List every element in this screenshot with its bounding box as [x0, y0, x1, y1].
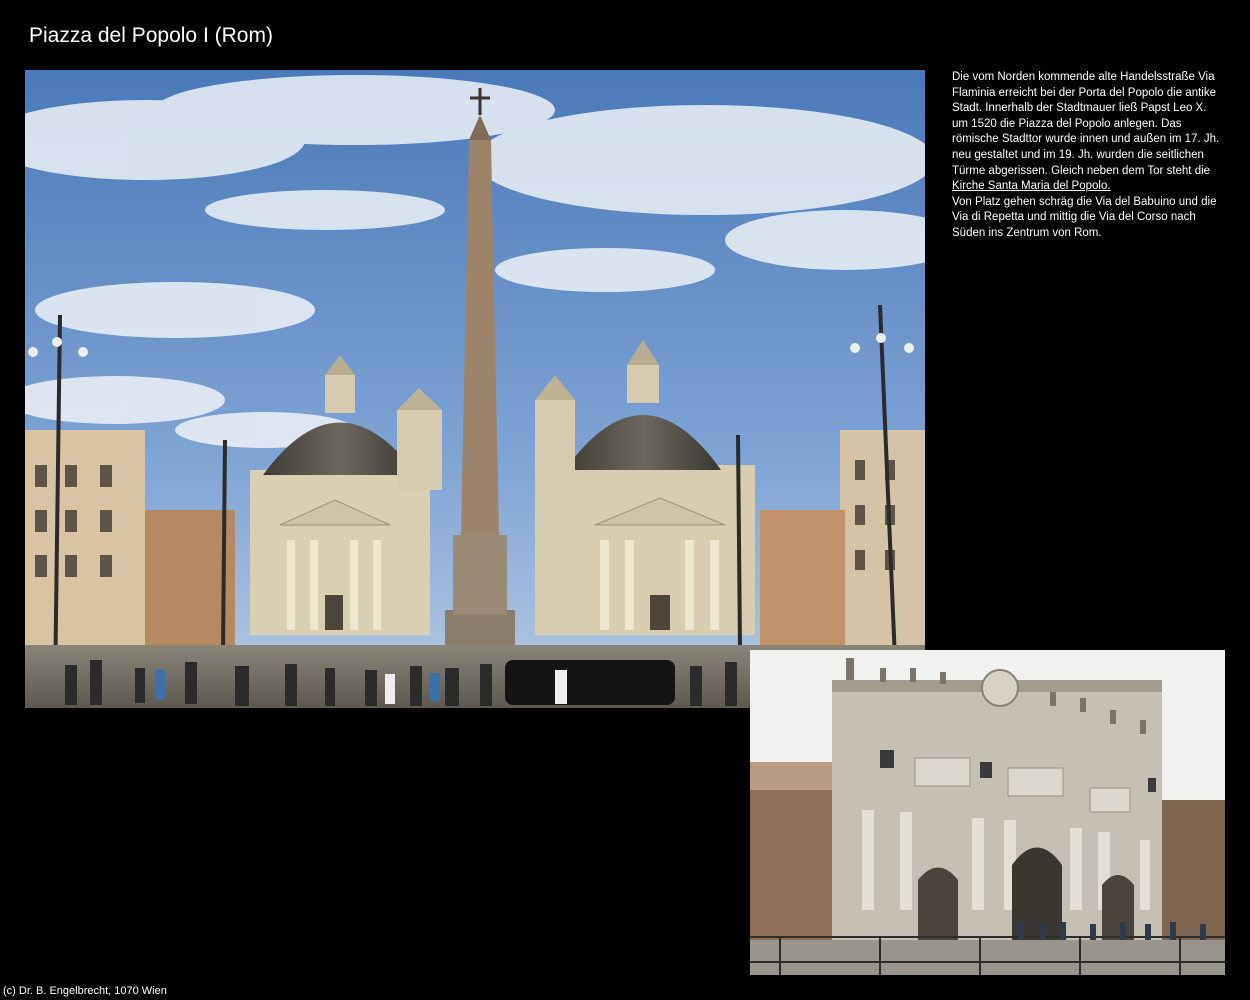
page-title: Piazza del Popolo I (Rom) [29, 24, 273, 47]
piazza-photo [25, 70, 925, 708]
copyright-footer: (c) Dr. B. Engelbrecht, 1070 Wien [3, 985, 167, 997]
piazza-photo-drawing [25, 70, 925, 708]
description: Die vom Norden kommende alte Handelsstra… [952, 70, 1222, 242]
porta-del-popolo-photo [750, 650, 1225, 975]
porta-del-popolo-drawing [750, 650, 1225, 975]
church-link[interactable]: Kirche Santa Maria del Popolo. [952, 179, 1111, 195]
description-intro: Die vom Norden kommende alte Handelsstra… [952, 71, 1220, 177]
description-outro: Von Platz gehen schräg die Via del Babui… [952, 195, 1217, 239]
